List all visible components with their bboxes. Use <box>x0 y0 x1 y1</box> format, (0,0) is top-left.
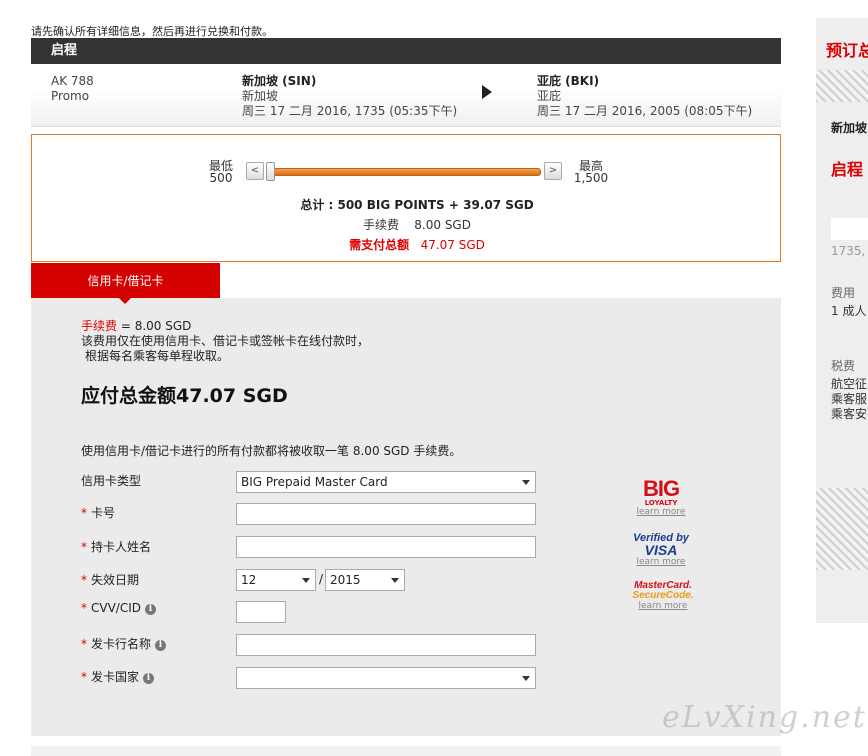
amount-title: 应付总金额47.07 SGD <box>81 385 288 407</box>
origin-time: 周三 17 二月 2016, 1735 (05:35下午) <box>242 104 458 118</box>
chevron-down-icon <box>522 480 530 485</box>
total-value: 500 BIG POINTS + 39.07 SGD <box>337 198 534 212</box>
sidebar-adult: 1 成人 <box>831 304 867 318</box>
intro-text: 请先确认所有详细信息，然后再进行兑换和付款。 <box>31 25 273 38</box>
fee-notice: 使用信用卡/借记卡进行的所有付款都将被收取一笔 8.00 SGD 手续费。 <box>81 444 462 458</box>
due-line: 需支付总额 47.07 SGD <box>232 236 602 253</box>
sidebar-title: 预订总 <box>826 41 868 60</box>
sidebar-tax-label: 税费 <box>831 359 856 373</box>
destination-name: 亚庇 (BKI) <box>537 74 600 88</box>
cardholder-name-input[interactable] <box>236 536 536 558</box>
sidebar-time: 1735, 2 <box>831 244 868 258</box>
flight-number: AK 788 <box>51 74 94 88</box>
expiry-year-value: 2015 <box>330 573 361 587</box>
issuing-bank-input[interactable] <box>236 634 536 656</box>
origin-name: 新加坡 (SIN) <box>242 74 317 88</box>
total-line: 总计 : 500 BIG POINTS + 39.07 SGD <box>232 196 602 213</box>
departure-header-label: 启程 <box>51 43 78 58</box>
cvv-input[interactable] <box>236 601 286 623</box>
holder-label-row: * 持卡人姓名 <box>81 538 151 555</box>
sidebar-hatch-lower <box>816 488 868 570</box>
card-number-input[interactable] <box>236 503 536 525</box>
fee-note-value: = 8.00 SGD <box>117 319 192 333</box>
slider-decrease-button[interactable]: < <box>246 162 264 180</box>
max-points-value: 1,500 <box>573 171 609 185</box>
card-number-label: 卡号 <box>91 506 116 520</box>
expiry-month-value: 12 <box>241 573 257 587</box>
country-label-row: * 发卡国家 i <box>81 668 155 685</box>
payment-panel: 手续费 = 8.00 SGD 该费用仅在使用信用卡、借记卡或签帐卡在线付款时， … <box>31 298 781 736</box>
due-value: 47.07 SGD <box>420 238 485 252</box>
fare-type: Promo <box>51 89 90 103</box>
required-asterisk: * <box>81 506 87 520</box>
sidebar-departure: 启程 <box>831 160 864 179</box>
info-icon[interactable]: i <box>143 673 155 684</box>
fee-value: 8.00 SGD <box>414 218 471 232</box>
destination-time: 周三 17 二月 2016, 2005 (08:05下午) <box>537 104 753 118</box>
points-slider-track[interactable] <box>273 168 541 176</box>
fee-label: 手续费 <box>363 218 400 232</box>
mc-learn-more-link[interactable]: learn more <box>631 601 695 611</box>
info-icon[interactable]: i <box>155 640 167 651</box>
big-logo-word: BIG <box>642 476 680 501</box>
departure-header: 启程 <box>31 38 781 64</box>
expiry-month-select[interactable]: 12 <box>236 569 316 591</box>
required-asterisk: * <box>81 540 87 554</box>
chevron-down-icon <box>391 578 399 583</box>
cvv-label: CVV/CID <box>91 601 141 615</box>
visa-learn-more-link[interactable]: learn more <box>631 557 691 567</box>
points-selector-box: 最低 500 < > 最高 1,500 总计 : 500 BIG POINTS … <box>31 134 781 262</box>
sidebar-route: 新加坡 <box>831 121 868 135</box>
destination-subname: 亚庇 <box>537 89 562 103</box>
required-asterisk: * <box>81 637 87 651</box>
fee-line: 手续费 8.00 SGD <box>232 216 602 233</box>
card-type-label: 信用卡类型 <box>81 474 142 488</box>
origin-subname: 新加坡 <box>242 89 279 103</box>
bank-label-row: * 发卡行名称 i <box>81 635 167 652</box>
chevron-down-icon <box>522 676 530 681</box>
mc-line2: SecureCode. <box>632 590 694 601</box>
fee-note-label: 手续费 <box>81 319 118 333</box>
visa-line2: VISA <box>644 542 678 558</box>
watermark: eLvXing.net <box>662 700 867 735</box>
sidebar-tax-3: 乘客安 <box>831 407 868 421</box>
min-points-value: 500 <box>209 171 233 185</box>
chevron-down-icon <box>302 578 310 583</box>
expiry-separator: / <box>319 572 324 586</box>
big-learn-more-link[interactable]: learn more <box>636 507 686 517</box>
issuing-country-select[interactable] <box>236 667 536 689</box>
card-type-select[interactable]: BIG Prepaid Master Card <box>236 471 536 493</box>
cvv-label-row: * CVV/CID i <box>81 601 156 615</box>
big-loyalty-logo: BIG LOYALTY learn more <box>636 476 686 518</box>
expiry-label-row: * 失效日期 <box>81 571 139 588</box>
sidebar-hatch <box>816 70 868 102</box>
tab-credit-debit-card[interactable]: 信用卡/借记卡 <box>31 263 220 298</box>
points-slider-handle[interactable] <box>266 162 275 181</box>
info-icon[interactable]: i <box>145 604 156 615</box>
mastercard-securecode-logo: MasterCard. SecureCode. learn more <box>631 581 695 612</box>
card-type-value: BIG Prepaid Master Card <box>241 475 388 489</box>
tab-pointer <box>118 297 132 304</box>
sidebar-white-box <box>831 218 868 240</box>
total-label: 总计 : <box>300 198 334 212</box>
expiry-label: 失效日期 <box>91 573 140 587</box>
required-asterisk: * <box>81 573 87 587</box>
fee-note-line3: 根据每名乘客每单程收取。 <box>85 349 230 363</box>
country-label: 发卡国家 <box>91 670 140 684</box>
sidebar-fare-label: 费用 <box>831 286 856 300</box>
card-number-label-row: * 卡号 <box>81 504 115 521</box>
required-asterisk: * <box>81 670 87 684</box>
flight-summary-row: AK 788 Promo 新加坡 (SIN) 新加坡 周三 17 二月 2016… <box>31 64 781 127</box>
bottom-strip <box>31 746 781 756</box>
holder-label: 持卡人姓名 <box>91 540 152 554</box>
direction-arrow-icon <box>482 85 492 99</box>
due-label: 需支付总额 <box>349 238 410 252</box>
slider-increase-button[interactable]: > <box>544 162 562 180</box>
verified-by-visa-logo: Verified by VISA learn more <box>631 533 691 568</box>
required-asterisk: * <box>81 601 87 615</box>
expiry-year-select[interactable]: 2015 <box>325 569 405 591</box>
big-logo-sub: LOYALTY <box>644 499 678 507</box>
bank-label: 发卡行名称 <box>91 637 152 651</box>
booking-summary-sidebar: 预订总 新加坡 启程 1735, 2 费用 1 成人 税费 航空征 乘客服 乘客… <box>816 18 868 623</box>
